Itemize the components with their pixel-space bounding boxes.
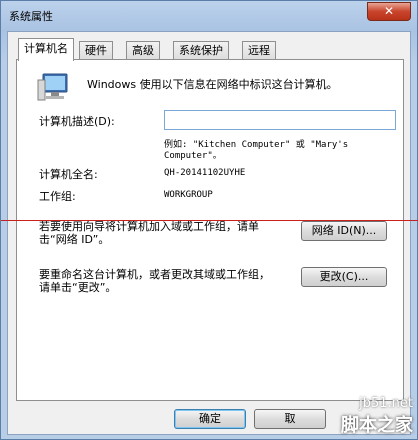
system-properties-window: 系统属性 ✕ 计算机名 硬件 高级 系统保护 远程 Windows 使用以下信息… [0,0,418,440]
window-title: 系统属性 [9,10,53,23]
dialog-client: 计算机名 硬件 高级 系统保护 远程 Windows 使用以下信息在网络中标识这… [7,31,411,435]
site-watermark: jb51.net 脚本之家 [341,396,413,437]
cancel-button[interactable]: 取 [254,409,326,429]
fullname-label: 计算机全名: [39,168,98,181]
description-input[interactable] [164,110,396,130]
computer-icon [37,73,68,101]
watermark-name: 脚本之家 [341,415,413,436]
ok-button[interactable]: 确定 [174,409,246,429]
example-line-2: Computer"。 [164,151,222,161]
network-id-button[interactable]: 网络 ID(N)... [301,221,387,241]
description-label: 计算机描述(D): [39,115,115,128]
tab-computer-name[interactable]: 计算机名 [18,38,74,61]
computer-name-panel: Windows 使用以下信息在网络中标识这台计算机。 计算机描述(D): 例如:… [16,59,404,401]
workgroup-value: WORKGROUP [164,190,213,200]
tab-hardware[interactable]: 硬件 [79,41,113,60]
title-bar[interactable]: 系统属性 ✕ [1,1,417,31]
tab-remote[interactable]: 远程 [242,41,276,60]
tab-advanced[interactable]: 高级 [126,41,160,60]
close-button[interactable]: ✕ [367,2,411,21]
annotation-red-line [1,220,418,221]
workgroup-label: 工作组: [39,190,76,203]
watermark-site: jb51.net [359,396,413,411]
intro-text: Windows 使用以下信息在网络中标识这台计算机。 [87,78,338,91]
rename-text-2: 请单击“更改”。 [39,281,117,294]
tab-system-protection[interactable]: 系统保护 [173,41,229,60]
fullname-value: QH-20141102UYHE [164,168,246,178]
change-button[interactable]: 更改(C)... [301,267,387,287]
network-id-text-2: 击“网络 ID”。 [39,233,110,246]
